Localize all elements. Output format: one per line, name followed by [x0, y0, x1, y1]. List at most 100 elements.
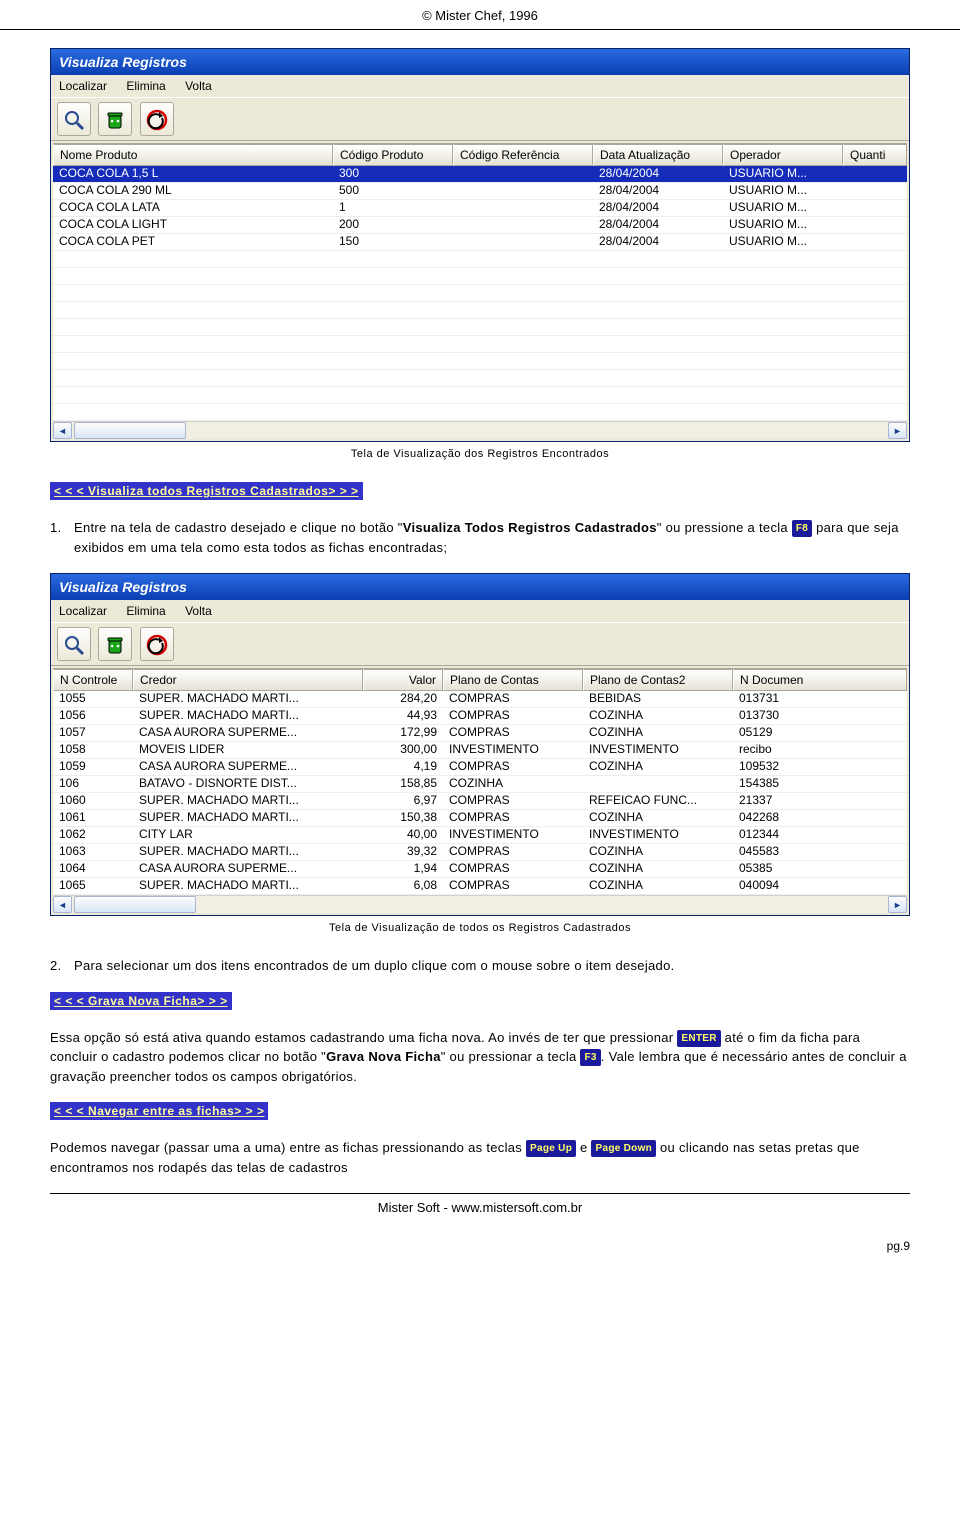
section-navegar: < < < Navegar entre as fichas> > >	[50, 1102, 268, 1120]
table-row[interactable]	[53, 336, 907, 353]
menu-elimina[interactable]: Elimina	[126, 79, 165, 93]
table-row[interactable]	[53, 302, 907, 319]
table-cell: COCA COLA PET	[53, 234, 333, 250]
table-cell	[53, 302, 333, 318]
scroll-right-button[interactable]: ►	[888, 422, 907, 439]
bold-text: Visualiza Todos Registros Cadastrados	[403, 520, 657, 535]
table-row[interactable]: 1058MOVEIS LIDER300,00INVESTIMENTOINVEST…	[53, 742, 907, 759]
table-cell: COZINHA	[583, 878, 733, 894]
table-cell	[453, 200, 593, 216]
table-row[interactable]: 1062CITY LAR40,00INVESTIMENTOINVESTIMENT…	[53, 827, 907, 844]
table-row[interactable]: COCA COLA LIGHT20028/04/2004USUARIO M...	[53, 217, 907, 234]
table-row[interactable]	[53, 251, 907, 268]
table-row[interactable]: 1061SUPER. MACHADO MARTI...150,38COMPRAS…	[53, 810, 907, 827]
table-row[interactable]: 1064CASA AURORA SUPERME...1,94COMPRASCOZ…	[53, 861, 907, 878]
localizar-button[interactable]	[57, 627, 91, 661]
table-cell	[333, 336, 453, 352]
col-n-controle[interactable]: N Controle	[53, 669, 133, 691]
col-valor[interactable]: Valor	[363, 669, 443, 691]
table-cell	[723, 268, 843, 284]
table-row[interactable]: COCA COLA LATA128/04/2004USUARIO M...	[53, 200, 907, 217]
table-cell	[453, 353, 593, 369]
table-row[interactable]	[53, 404, 907, 421]
table-cell	[583, 776, 733, 792]
menu-volta[interactable]: Volta	[185, 79, 212, 93]
scroll-right-button[interactable]: ►	[888, 896, 907, 913]
table-row[interactable]	[53, 268, 907, 285]
menu-localizar[interactable]: Localizar	[59, 79, 107, 93]
table-row[interactable]: 1060SUPER. MACHADO MARTI...6,97COMPRASRE…	[53, 793, 907, 810]
table-row[interactable]	[53, 319, 907, 336]
grid-scrollbar-h[interactable]: ◄ ►	[53, 421, 907, 439]
table-row[interactable]: COCA COLA 290 ML50028/04/2004USUARIO M..…	[53, 183, 907, 200]
table-row[interactable]: COCA COLA 1,5 L30028/04/2004USUARIO M...	[53, 166, 907, 183]
list-number: 1.	[50, 518, 74, 557]
menu-volta[interactable]: Volta	[185, 604, 212, 618]
volta-button[interactable]	[140, 627, 174, 661]
table-row[interactable]: 1056SUPER. MACHADO MARTI...44,93COMPRASC…	[53, 708, 907, 725]
table-cell: COZINHA	[443, 776, 583, 792]
table-cell: 28/04/2004	[593, 183, 723, 199]
creditor-grid: N Controle Credor Valor Plano de Contas …	[53, 668, 907, 913]
volta-button[interactable]	[140, 102, 174, 136]
col-plano-contas2[interactable]: Plano de Contas2	[583, 669, 733, 691]
table-cell: COMPRAS	[443, 810, 583, 826]
table-row[interactable]: COCA COLA PET15028/04/2004USUARIO M...	[53, 234, 907, 251]
table-cell	[53, 268, 333, 284]
table-cell	[843, 251, 907, 267]
col-data-atualizacao[interactable]: Data Atualização	[593, 144, 723, 166]
table-cell	[53, 336, 333, 352]
scroll-left-button[interactable]: ◄	[53, 896, 72, 913]
col-n-documen[interactable]: N Documen	[733, 669, 907, 691]
scroll-left-button[interactable]: ◄	[53, 422, 72, 439]
table-row[interactable]	[53, 353, 907, 370]
list-number: 2.	[50, 956, 74, 976]
elimina-button[interactable]	[98, 627, 132, 661]
table-row[interactable]	[53, 370, 907, 387]
col-codigo-referencia[interactable]: Código Referência	[453, 144, 593, 166]
table-cell: COCA COLA 290 ML	[53, 183, 333, 199]
table-cell: 150	[333, 234, 453, 250]
table-cell	[843, 404, 907, 420]
win2-caption: Tela de Visualização de todos os Registr…	[50, 922, 910, 934]
table-row[interactable]: 1065SUPER. MACHADO MARTI...6,08COMPRASCO…	[53, 878, 907, 895]
col-plano-contas[interactable]: Plano de Contas	[443, 669, 583, 691]
table-row[interactable]	[53, 285, 907, 302]
localizar-button[interactable]	[57, 102, 91, 136]
table-cell: 045583	[733, 844, 907, 860]
table-cell: 012344	[733, 827, 907, 843]
table-cell	[453, 183, 593, 199]
table-cell: 1	[333, 200, 453, 216]
key-f3: F3	[580, 1049, 600, 1066]
menu-elimina[interactable]: Elimina	[126, 604, 165, 618]
table-row[interactable]: 1057CASA AURORA SUPERME...172,99COMPRASC…	[53, 725, 907, 742]
scroll-track[interactable]	[186, 423, 888, 438]
table-row[interactable]: 1063SUPER. MACHADO MARTI...39,32COMPRASC…	[53, 844, 907, 861]
table-row[interactable]: 106BATAVO - DISNORTE DIST...158,85COZINH…	[53, 776, 907, 793]
window-titlebar: Visualiza Registros	[51, 49, 909, 75]
col-credor[interactable]: Credor	[133, 669, 363, 691]
table-row[interactable]: 1055SUPER. MACHADO MARTI...284,20COMPRAS…	[53, 691, 907, 708]
table-row[interactable]: 1059CASA AURORA SUPERME...4,19COMPRASCOZ…	[53, 759, 907, 776]
table-row[interactable]	[53, 387, 907, 404]
elimina-button[interactable]	[98, 102, 132, 136]
table-cell: COMPRAS	[443, 708, 583, 724]
table-cell: 200	[333, 217, 453, 233]
scroll-track[interactable]	[196, 897, 888, 912]
scroll-thumb[interactable]	[74, 896, 196, 913]
table-cell	[453, 302, 593, 318]
col-codigo-produto[interactable]: Código Produto	[333, 144, 453, 166]
table-cell	[843, 200, 907, 216]
col-operador[interactable]: Operador	[723, 144, 843, 166]
text: " ou pressione a tecla	[657, 520, 792, 535]
menu-localizar[interactable]: Localizar	[59, 604, 107, 618]
table-cell	[453, 370, 593, 386]
col-nome-produto[interactable]: Nome Produto	[53, 144, 333, 166]
table-cell: CITY LAR	[133, 827, 363, 843]
table-cell: COMPRAS	[443, 861, 583, 877]
grid-scrollbar-h[interactable]: ◄ ►	[53, 895, 907, 913]
table-cell: 05129	[733, 725, 907, 741]
scroll-thumb[interactable]	[74, 422, 186, 439]
table-cell	[843, 387, 907, 403]
col-quanti[interactable]: Quanti	[843, 144, 907, 166]
